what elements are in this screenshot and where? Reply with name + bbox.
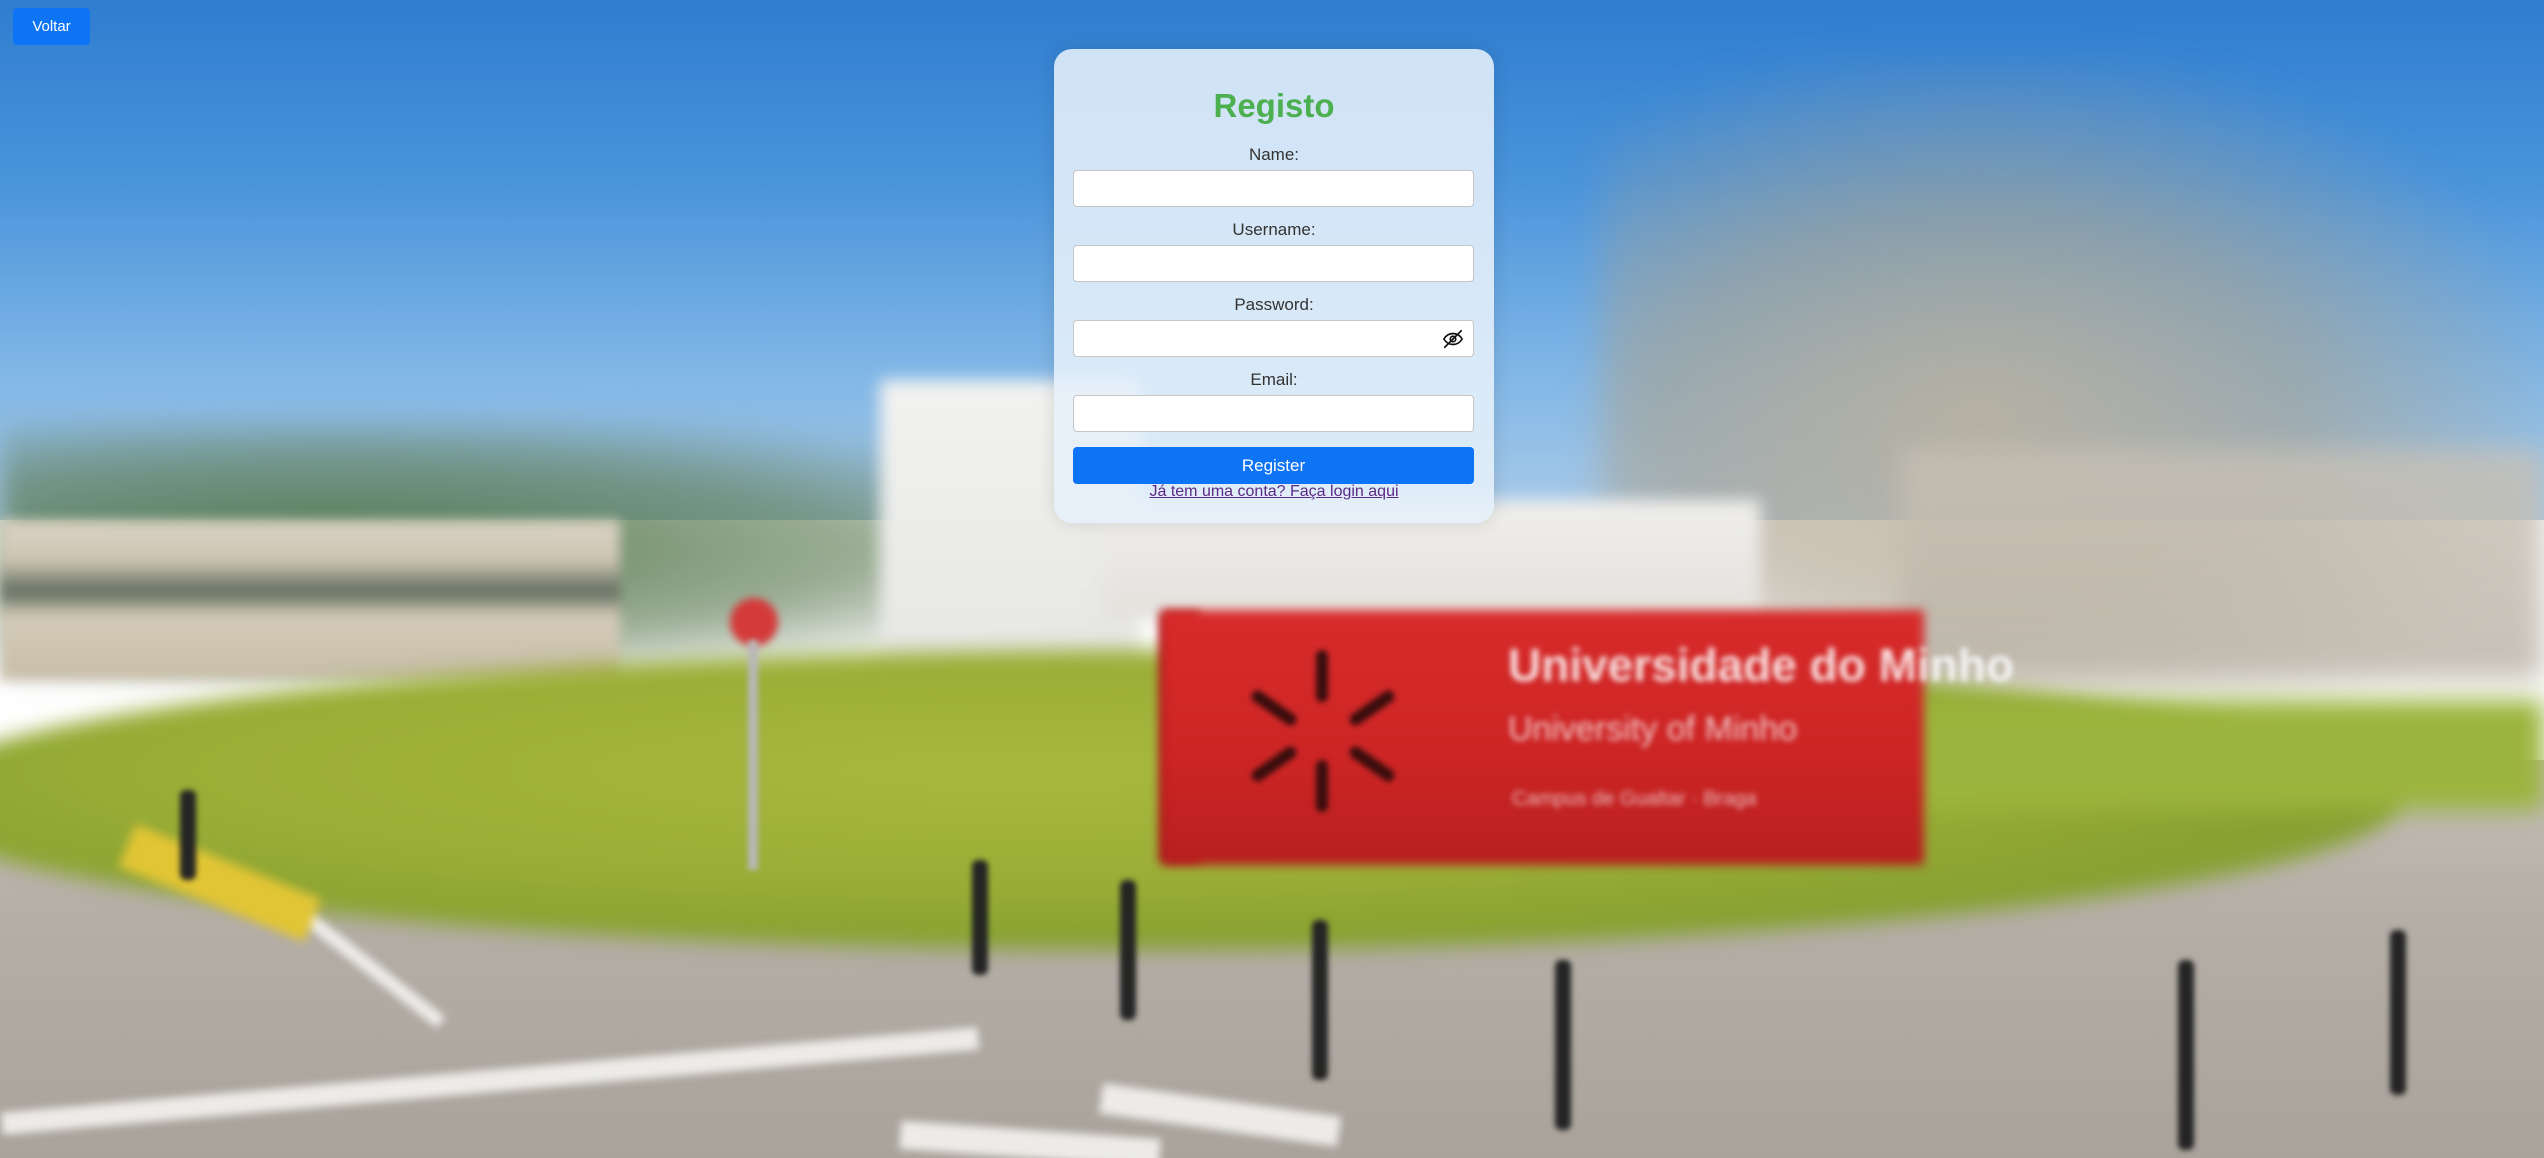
background-bollard: [180, 790, 196, 880]
email-field[interactable]: [1073, 395, 1474, 432]
eye-slash-icon[interactable]: [1442, 328, 1464, 350]
username-label: Username:: [1232, 220, 1316, 239]
background-bollard: [2178, 960, 2194, 1150]
password-label: Password:: [1234, 295, 1314, 314]
background-building-left: [0, 520, 620, 680]
name-label: Name:: [1248, 145, 1300, 164]
register-button[interactable]: Register: [1073, 447, 1474, 484]
page-title: Registo: [1213, 87, 1335, 124]
email-label: Email:: [1250, 370, 1298, 389]
background-bollard: [1312, 920, 1328, 1080]
name-field[interactable]: [1073, 170, 1474, 207]
sign-logo-mark: [1316, 650, 1328, 702]
password-field[interactable]: [1073, 320, 1474, 357]
sign-text-line1: Universidade do Minho: [1508, 639, 2015, 691]
login-link[interactable]: Já tem uma conta? Faça login aqui: [1054, 483, 1494, 501]
page: Universidade do Minho University of Minh…: [0, 0, 2544, 1158]
username-field[interactable]: [1073, 245, 1474, 282]
background-sign-pole: [748, 640, 758, 870]
back-button[interactable]: Voltar: [13, 8, 90, 45]
background-bollard: [972, 860, 988, 975]
background-bollard: [1120, 880, 1136, 1020]
background-grass-right: [1850, 700, 2544, 810]
sign-text-line2: University of Minho: [1508, 710, 1798, 748]
sign-logo-mark: [1316, 760, 1328, 812]
background-bollard: [2390, 930, 2406, 1095]
background-stop-sign: [730, 598, 778, 646]
sign-text-line3: Campus de Gualtar · Braga: [1512, 788, 1757, 810]
register-card: Registo Name: Username: Password: Email:…: [1054, 49, 1494, 523]
background-bollard: [1555, 960, 1571, 1130]
